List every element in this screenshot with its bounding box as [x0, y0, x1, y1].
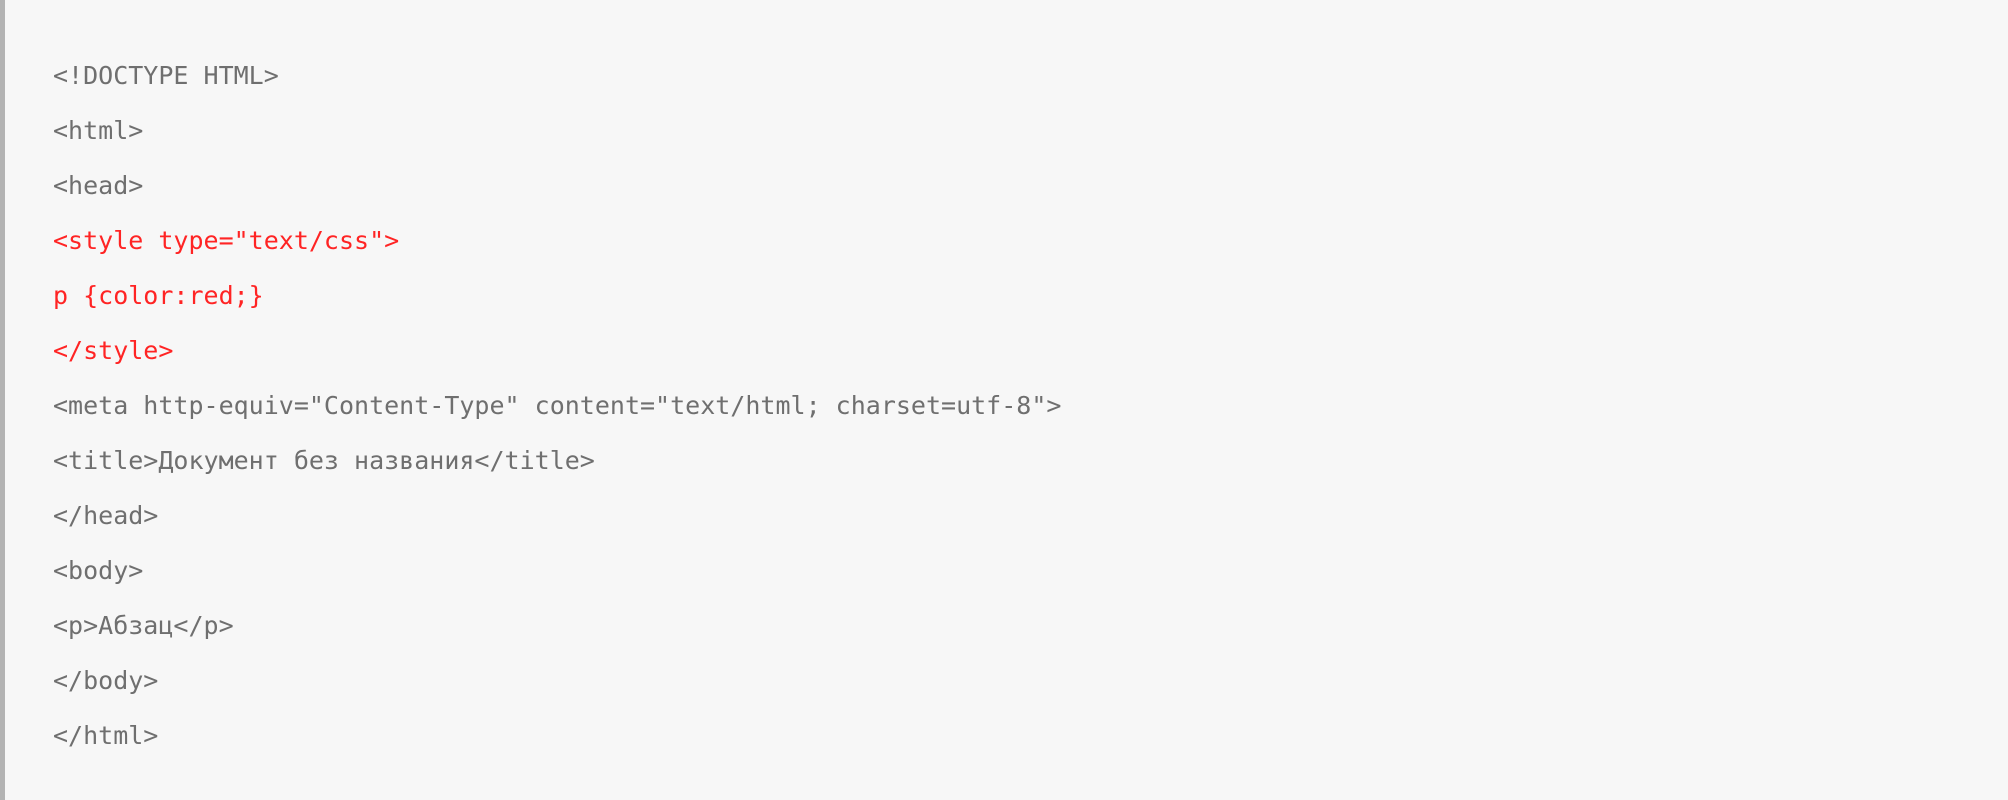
code-line: <!DOCTYPE HTML> — [53, 61, 279, 90]
code-line: </head> — [53, 501, 158, 530]
code-line: <html> — [53, 116, 143, 145]
code-line-highlighted: </style> — [53, 336, 173, 365]
code-line: <p>Абзац</p> — [53, 611, 234, 640]
code-line-highlighted: p {color:red;} — [53, 281, 264, 310]
code-line: </html> — [53, 721, 158, 750]
code-line: <head> — [53, 171, 143, 200]
code-line-highlighted: <style type="text/css"> — [53, 226, 399, 255]
code-line: <body> — [53, 556, 143, 585]
code-line: </body> — [53, 666, 158, 695]
code-line: <title>Документ без названия</title> — [53, 446, 595, 475]
code-block: <!DOCTYPE HTML> <html> <head> <style typ… — [0, 0, 2008, 800]
code-line: <meta http-equiv="Content-Type" content=… — [53, 391, 1061, 420]
